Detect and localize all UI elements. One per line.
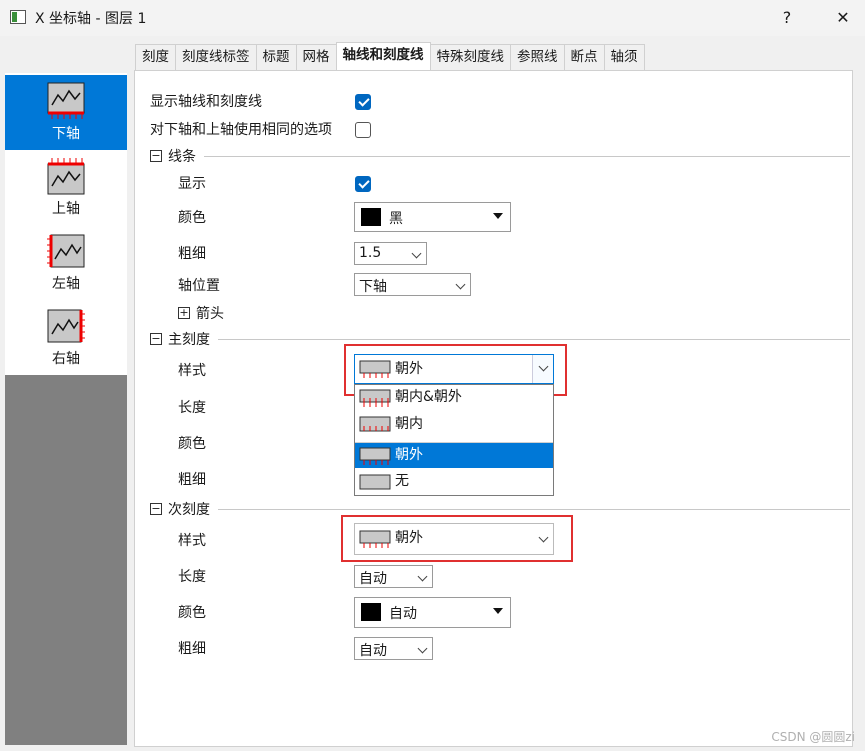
sidebar-item-bottom-axis[interactable]: 下轴 — [5, 75, 127, 150]
tab-tick-labels[interactable]: 刻度线标签 — [175, 44, 257, 70]
line-width-label: 粗细 — [178, 246, 206, 262]
line-width-value: 1.5 — [359, 245, 382, 261]
top-axis-icon — [47, 158, 85, 195]
line-section-title: 线条 — [168, 149, 196, 165]
show-axis-label: 显示轴线和刻度线 — [150, 94, 262, 110]
dropdown-option-in-out[interactable]: 朝内&朝外 — [355, 385, 553, 410]
sidebar-item-right-axis[interactable]: 右轴 — [5, 300, 127, 375]
major-color-label: 颜色 — [178, 436, 206, 452]
tab-grid[interactable]: 网格 — [295, 44, 337, 70]
line-color-label: 颜色 — [178, 210, 206, 226]
chevron-down-icon — [538, 361, 549, 372]
option-label: 朝内 — [395, 416, 423, 432]
chevron-down-icon — [417, 571, 428, 582]
major-length-label: 长度 — [178, 400, 206, 416]
line-show-checkbox[interactable] — [355, 176, 371, 192]
color-swatch — [361, 208, 381, 226]
tab-breaks[interactable]: 断点 — [563, 44, 605, 70]
option-label: 朝内&朝外 — [395, 389, 462, 405]
tick-out-icon — [359, 447, 391, 465]
show-axis-checkbox[interactable] — [355, 94, 371, 110]
axis-position-label: 轴位置 — [178, 278, 220, 294]
minor-style-value: 朝外 — [395, 530, 423, 546]
dropdown-button[interactable] — [532, 355, 553, 383]
chevron-down-icon — [455, 279, 466, 290]
help-button[interactable]: ? — [766, 4, 808, 32]
arrow-label: 箭头 — [196, 306, 224, 322]
tick-in-out-icon — [359, 389, 391, 407]
minor-color-label: 颜色 — [178, 605, 206, 621]
line-color-select[interactable]: 黑 — [354, 202, 511, 232]
axis-position-select[interactable]: 下轴 — [354, 273, 471, 296]
tab-title[interactable]: 标题 — [255, 44, 297, 70]
sidebar-label-right: 右轴 — [52, 351, 80, 367]
tab-line-and-ticks[interactable]: 轴线和刻度线 — [335, 42, 431, 70]
minor-section-title: 次刻度 — [168, 502, 210, 518]
tab-reference-lines[interactable]: 参照线 — [510, 44, 565, 70]
minor-width-value: 自动 — [359, 643, 387, 659]
major-width-label: 粗细 — [178, 472, 206, 488]
bottom-axis-icon — [47, 82, 85, 119]
major-style-dropdown-list: 朝内&朝外 朝内 朝外 无 — [354, 384, 554, 496]
major-style-value: 朝外 — [395, 361, 423, 377]
minor-color-value: 自动 — [389, 606, 417, 622]
close-button[interactable]: ✕ — [822, 4, 864, 32]
major-style-label: 样式 — [178, 363, 206, 379]
major-style-select[interactable]: 朝外 — [354, 354, 554, 384]
window-icon — [10, 10, 26, 24]
chevron-down-icon — [411, 248, 422, 259]
window-title: X 坐标轴 - 图层 1 — [35, 11, 147, 27]
right-axis-icon — [47, 309, 85, 343]
minor-length-value: 自动 — [359, 571, 387, 587]
left-axis-icon — [47, 234, 85, 268]
minor-width-select[interactable]: 自动 — [354, 637, 433, 660]
line-divider — [204, 156, 850, 157]
major-collapse-toggle[interactable]: − — [150, 333, 162, 345]
watermark: CSDN @圆圆zi — [771, 730, 855, 744]
minor-color-select[interactable]: 自动 — [354, 597, 511, 628]
minor-collapse-toggle[interactable]: − — [150, 503, 162, 515]
tab-scale[interactable]: 刻度 — [135, 44, 176, 70]
line-show-label: 显示 — [178, 176, 206, 192]
sidebar-label-top: 上轴 — [52, 201, 80, 217]
chevron-down-icon — [538, 532, 549, 543]
line-color-value: 黑 — [389, 211, 403, 227]
dropdown-arrow-icon — [493, 608, 503, 614]
minor-divider — [218, 509, 850, 510]
line-width-select[interactable]: 1.5 — [354, 242, 427, 265]
tick-in-icon — [359, 416, 391, 432]
option-label: 朝外 — [395, 447, 423, 463]
sidebar-item-left-axis[interactable]: 左轴 — [5, 225, 127, 300]
minor-width-label: 粗细 — [178, 641, 206, 657]
tick-none-icon — [359, 474, 391, 490]
tick-out-icon — [359, 360, 391, 378]
tab-strip: 刻度 刻度线标签 标题 网格 轴线和刻度线 特殊刻度线 参照线 断点 轴须 — [135, 42, 645, 70]
major-divider — [218, 339, 850, 340]
minor-length-select[interactable]: 自动 — [354, 565, 433, 588]
tick-out-icon — [359, 530, 391, 548]
color-swatch — [361, 603, 381, 621]
chevron-down-icon — [417, 643, 428, 654]
same-options-label: 对下轴和上轴使用相同的选项 — [150, 122, 332, 138]
minor-style-label: 样式 — [178, 533, 206, 549]
dropdown-option-in[interactable]: 朝内 — [355, 412, 553, 437]
sidebar-label-bottom: 下轴 — [52, 126, 80, 142]
sidebar-label-left: 左轴 — [52, 276, 80, 292]
sidebar-item-top-axis[interactable]: 上轴 — [5, 150, 127, 225]
line-collapse-toggle[interactable]: − — [150, 150, 162, 162]
minor-style-select[interactable]: 朝外 — [354, 523, 554, 555]
same-options-checkbox[interactable] — [355, 122, 371, 138]
axis-position-value: 下轴 — [359, 279, 387, 295]
dropdown-option-none[interactable]: 无 — [355, 469, 553, 494]
dropdown-option-out[interactable]: 朝外 — [355, 443, 553, 468]
tab-rug[interactable]: 轴须 — [603, 44, 645, 70]
arrow-expand-toggle[interactable]: + — [178, 307, 190, 319]
dropdown-arrow-icon — [493, 213, 503, 219]
tab-special-ticks[interactable]: 特殊刻度线 — [429, 44, 511, 70]
minor-length-label: 长度 — [178, 569, 206, 585]
major-section-title: 主刻度 — [168, 332, 210, 348]
option-label: 无 — [395, 473, 409, 489]
